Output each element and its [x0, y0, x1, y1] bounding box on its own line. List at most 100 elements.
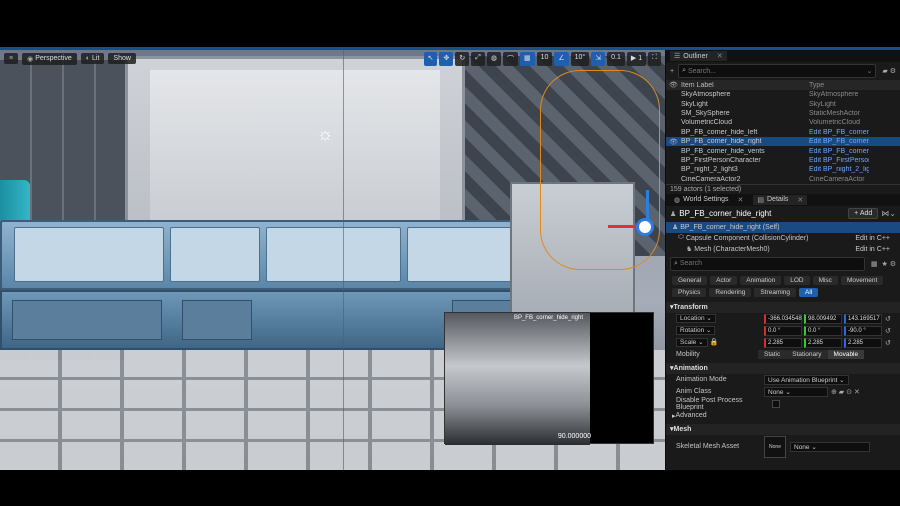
lit-button[interactable]: ◐ Lit	[80, 53, 105, 64]
animation-mode-select[interactable]: Use Animation Blueprint ⌄	[764, 374, 849, 385]
outliner-row-type[interactable]: Edit BP_FB_corner_hi	[809, 138, 869, 145]
eye-icon[interactable]: 👁	[669, 81, 681, 89]
mobility-stationary[interactable]: Stationary	[786, 350, 828, 360]
component-mesh[interactable]: ♞ Mesh (CharacterMesh0) Edit in C++	[666, 244, 900, 255]
world-local-button[interactable]: ◍	[486, 51, 501, 66]
viewport-menu-button[interactable]: ≡	[4, 53, 19, 64]
tab-details[interactable]: ▤ Details ✕	[753, 194, 808, 205]
rotation-x[interactable]: 0.0 °	[764, 325, 802, 336]
scale-z[interactable]: 2.285	[844, 337, 882, 348]
outliner-row[interactable]: VolumetricCloud VolumetricCloud	[666, 118, 900, 127]
filter-general[interactable]: General	[672, 275, 708, 285]
outliner-row-type[interactable]: Edit BP_FB_corner_hi	[809, 129, 869, 136]
camera-speed-button[interactable]: ▶ 1	[626, 51, 647, 66]
location-y[interactable]: 98.009492	[804, 313, 842, 324]
blueprint-options-icon[interactable]: ⋈⌄	[881, 209, 896, 218]
filter-animation[interactable]: Animation	[740, 275, 782, 285]
folder-icon[interactable]: ▰	[880, 67, 889, 75]
details-search-input[interactable]: ⌕ Search	[670, 256, 865, 271]
scale-snap-value[interactable]: 0.1	[607, 51, 625, 66]
scale-dropdown[interactable]: Scale ⌄	[676, 338, 708, 348]
close-icon[interactable]: ✕	[717, 52, 723, 60]
filter-lod[interactable]: LOD	[784, 275, 810, 285]
skeletal-mesh-select[interactable]: None ⌄	[790, 441, 870, 452]
grid-view-icon[interactable]: ▦	[869, 260, 880, 268]
mobility-movable[interactable]: Movable	[827, 350, 865, 360]
outliner-row-selected[interactable]: 👁 BP_FB_corner_hide_right Edit BP_FB_corne…	[666, 136, 900, 147]
filter-streaming[interactable]: Streaming	[754, 287, 797, 297]
scale-x[interactable]: 2.285	[764, 337, 802, 348]
add-filter-icon[interactable]: +	[666, 68, 674, 75]
reset-icon[interactable]: ↺	[885, 315, 891, 323]
filter-actor[interactable]: Actor	[710, 275, 738, 285]
location-x[interactable]: -366.034548	[764, 313, 802, 324]
component-capsule[interactable]: ⬭ Capsule Component (CollisionCylinder) E…	[666, 233, 900, 244]
gizmo-center[interactable]	[636, 218, 654, 236]
outliner-row[interactable]: BP_night_2_light3 Edit BP_night_2_light	[666, 165, 900, 174]
scale-y[interactable]: 2.285	[804, 337, 842, 348]
rotation-dropdown[interactable]: Rotation ⌄	[676, 326, 716, 336]
outliner-row[interactable]: BP_FB_corner_hide_left Edit BP_FB_corner_…	[666, 128, 900, 137]
col-type[interactable]: Type	[809, 82, 869, 89]
rotate-tool-button[interactable]: ↻	[455, 51, 470, 66]
reset-icon[interactable]: ↺	[885, 339, 891, 347]
filter-misc[interactable]: Misc	[812, 275, 838, 285]
tab-world-settings[interactable]: ◍ World Settings ✕	[670, 195, 747, 205]
surface-snap-button[interactable]: ⌒	[502, 51, 518, 66]
level-viewport[interactable]: ☼ ≡ ◉ Perspective ◐ Lit Show ↖ ✥ ↻ ⤢ ◍ ⌒ ▦…	[0, 50, 665, 470]
filter-physics[interactable]: Physics	[672, 287, 707, 297]
maximize-viewport-button[interactable]: ⛶	[648, 51, 661, 66]
scale-snap-button[interactable]: ⇲	[591, 51, 606, 66]
outliner-row-type[interactable]: Edit BP_FirstPersonC	[809, 157, 869, 164]
gear-icon[interactable]: ⚙	[890, 260, 900, 268]
chevron-down-icon[interactable]: ⌄	[866, 67, 872, 75]
outliner-row[interactable]: CineCameraActor2 CineCameraActor	[666, 175, 900, 184]
location-z[interactable]: 143.169517	[844, 313, 882, 324]
close-icon[interactable]: ✕	[797, 196, 803, 204]
add-component-button[interactable]: + Add	[848, 208, 879, 220]
details-actor-name[interactable]: BP_FB_corner_hide_right	[679, 209, 771, 218]
rotation-snap-button[interactable]: ∠	[554, 51, 569, 66]
eye-icon[interactable]: 👁	[669, 138, 681, 146]
anim-class-select[interactable]: None ⌄	[764, 386, 828, 397]
mesh-thumbnail[interactable]: None	[764, 435, 786, 458]
edit-in-cpp-link[interactable]: Edit in C++	[855, 246, 890, 253]
filter-all[interactable]: All	[799, 287, 819, 297]
grid-snap-button[interactable]: ▦	[519, 51, 535, 66]
perspective-button[interactable]: ◉ Perspective	[22, 52, 77, 65]
outliner-row[interactable]: SkyLight SkyLight	[666, 99, 900, 108]
browse-icon[interactable]: ⊕ ▰ ⊙ ✕	[831, 388, 860, 396]
reset-icon[interactable]: ↺	[885, 327, 891, 335]
location-dropdown[interactable]: Location ⌄	[676, 314, 716, 324]
star-icon[interactable]: ★	[879, 260, 889, 268]
outliner-row-type[interactable]: Edit BP_night_2_light	[809, 166, 869, 173]
component-self[interactable]: ♟ BP_FB_corner_hide_right (Self)	[666, 221, 900, 233]
show-button[interactable]: Show	[108, 53, 136, 64]
rotation-y[interactable]: 0.0 °	[804, 325, 842, 336]
outliner-search-input[interactable]: ⌕ Search... ⌄	[678, 64, 877, 78]
section-transform[interactable]: ▾ Transform	[666, 301, 900, 313]
gear-icon[interactable]: ⚙	[890, 67, 900, 75]
disable-post-process-checkbox[interactable]	[772, 399, 780, 408]
translate-tool-button[interactable]: ✥	[439, 51, 454, 66]
rotation-z[interactable]: -90.0 °	[844, 325, 882, 336]
outliner-row[interactable]: SM_SkySphere StaticMeshActor	[666, 109, 900, 118]
filter-rendering[interactable]: Rendering	[709, 287, 752, 297]
prop-advanced[interactable]: ▸ Advanced	[666, 410, 900, 422]
filter-movement[interactable]: Movement	[840, 275, 884, 285]
mobility-static[interactable]: Static	[758, 350, 787, 360]
scale-tool-button[interactable]: ⤢	[471, 51, 485, 66]
col-item-label[interactable]: Item Label	[681, 82, 809, 89]
edit-in-cpp-link[interactable]: Edit in C++	[855, 235, 890, 242]
directional-light-icon[interactable]: ☼	[314, 123, 336, 145]
outliner-row[interactable]: BP_FirstPersonCharacter Edit BP_FirstPers…	[666, 156, 900, 165]
lock-icon[interactable]: 🔒	[709, 339, 718, 346]
close-icon[interactable]: ✕	[738, 196, 744, 204]
rotation-snap-value[interactable]: 10°	[570, 51, 590, 66]
select-tool-button[interactable]: ↖	[423, 51, 438, 66]
outliner-row-type[interactable]: Edit BP_FB_corner_hi	[809, 148, 869, 155]
section-mesh[interactable]: ▾ Mesh	[666, 423, 900, 435]
outliner-row[interactable]: BP_FB_corner_hide_vents Edit BP_FB_corner…	[666, 146, 900, 155]
grid-snap-value[interactable]: 10	[536, 51, 553, 66]
tab-outliner[interactable]: ☰ Outliner ✕	[670, 51, 727, 61]
